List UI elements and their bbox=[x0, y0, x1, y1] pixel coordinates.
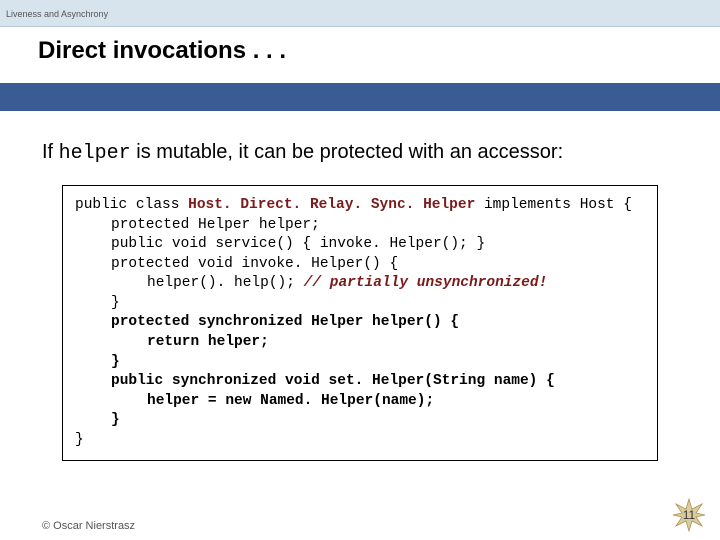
page-number: 11 bbox=[683, 508, 695, 522]
code-line-8: return helper; bbox=[75, 333, 645, 353]
intro-text: If helper is mutable, it can be protecte… bbox=[42, 141, 678, 165]
code-box: public class Host. Direct. Relay. Sync. … bbox=[62, 185, 658, 461]
intro-suffix: is mutable, it can be protected with an … bbox=[131, 141, 563, 163]
code-line-11: helper = new Named. Helper(name); bbox=[75, 392, 645, 412]
code-line-4: protected void invoke. Helper() { bbox=[75, 255, 645, 275]
page-number-badge: 11 bbox=[672, 498, 706, 532]
content-area: If helper is mutable, it can be protecte… bbox=[0, 111, 720, 461]
code-line-10: public synchronized void set. Helper(Str… bbox=[75, 372, 645, 392]
code-line-7: protected synchronized Helper helper() { bbox=[75, 313, 645, 333]
footer: © Oscar Nierstrasz 11 bbox=[42, 498, 706, 532]
top-bar: Liveness and Asynchrony bbox=[0, 0, 720, 27]
slide-title: Direct invocations . . . bbox=[38, 37, 720, 65]
code-line-1: public class Host. Direct. Relay. Sync. … bbox=[75, 197, 632, 213]
code-line-6: } bbox=[75, 294, 645, 314]
code-line-2: protected Helper helper; bbox=[75, 216, 645, 236]
code-line-13: } bbox=[75, 432, 84, 448]
intro-code: helper bbox=[59, 142, 131, 165]
title-area: Direct invocations . . . bbox=[0, 27, 720, 83]
code-line-5: helper(). help(); // partially unsynchro… bbox=[75, 274, 645, 294]
code-line-12: } bbox=[75, 411, 645, 431]
breadcrumb: Liveness and Asynchrony bbox=[6, 9, 108, 19]
code-line-9: } bbox=[75, 353, 645, 373]
intro-prefix: If bbox=[42, 141, 59, 163]
copyright: © Oscar Nierstrasz bbox=[42, 520, 135, 532]
blue-band bbox=[0, 83, 720, 111]
code-line-3: public void service() { invoke. Helper()… bbox=[75, 235, 645, 255]
